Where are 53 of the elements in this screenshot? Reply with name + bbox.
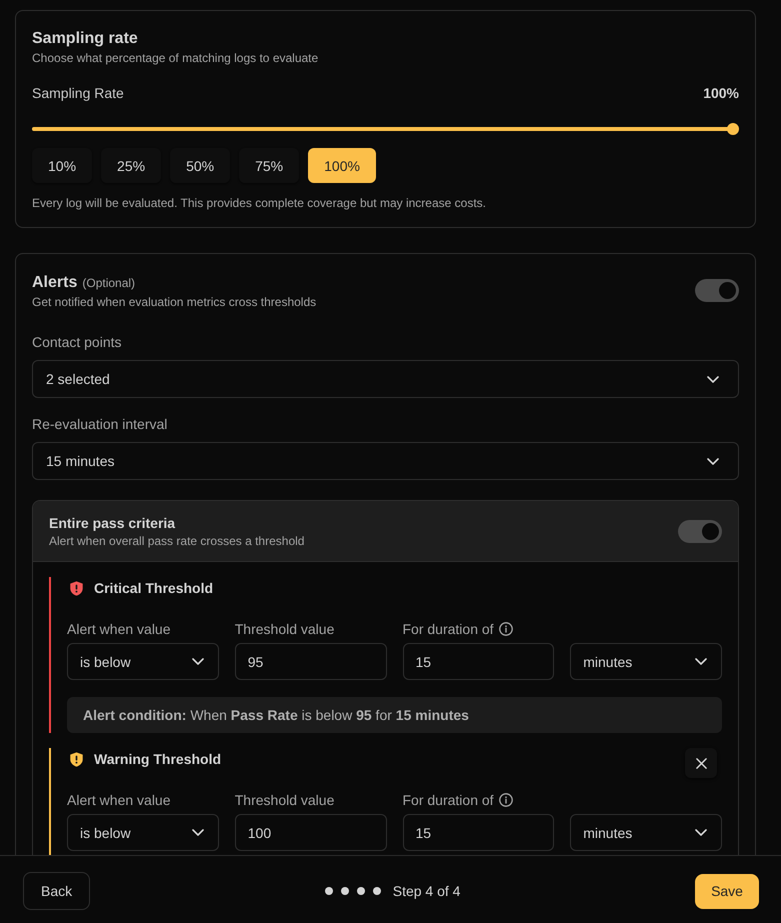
section-title: Alerts (32, 273, 78, 293)
panel-title: Entire pass criteria (49, 514, 176, 533)
section-title: Sampling rate (32, 29, 139, 49)
shield-alert-icon (70, 580, 83, 596)
panel-subtitle: Alert when overall pass rate crosses a threshold (49, 533, 304, 549)
close-button[interactable] (685, 748, 717, 778)
field-label: For duration of (402, 791, 494, 810)
threshold-title: Critical Threshold (94, 579, 214, 598)
dropdown[interactable]: minutes (570, 643, 722, 680)
step-indicator: Step 4 of 4 (392, 882, 460, 901)
preset-button[interactable]: 10% (32, 148, 92, 183)
chevron-down-icon (192, 829, 204, 836)
field-label: Threshold value (234, 791, 334, 810)
chevron-down-icon (192, 658, 204, 665)
input-field[interactable]: 15 (402, 643, 554, 680)
field-label: Threshold value (234, 620, 334, 639)
slider-value: 100% (703, 84, 739, 103)
input-field[interactable]: 15 (402, 814, 554, 851)
slider-track[interactable] (32, 123, 739, 135)
dropdown[interactable]: minutes (570, 814, 722, 851)
preset-button[interactable]: 25% (101, 148, 162, 183)
save-button[interactable]: Save (695, 874, 759, 908)
threshold-title: Warning Threshold (94, 750, 222, 769)
optional-tag: (Optional) (82, 275, 136, 291)
field-label: Re-evaluation interval (32, 415, 168, 434)
toggle-switch[interactable] (695, 278, 739, 302)
slider-thumb[interactable] (727, 123, 739, 135)
chevron-down-icon (695, 658, 707, 665)
field-label: Contact points (32, 333, 122, 352)
close-icon (696, 758, 706, 768)
field-label: Alert when value (67, 620, 171, 639)
dropdown[interactable]: is below (67, 643, 219, 680)
section-subtitle: Get notified when evaluation metrics cross thresholds (32, 295, 316, 309)
dropdown[interactable]: is below (67, 814, 219, 851)
toggle-switch[interactable] (678, 520, 722, 542)
field-label: For duration of (402, 620, 494, 639)
slider-label: Sampling Rate (32, 84, 124, 103)
dropdown[interactable]: 15 minutes (32, 442, 739, 480)
input-field[interactable]: 100 (234, 814, 386, 851)
input-field[interactable]: 95 (234, 643, 386, 680)
preset-button[interactable]: 100% (308, 148, 376, 183)
preset-button[interactable]: 75% (239, 148, 300, 183)
section-subtitle: Choose what percentage of matching logs to evaluate (32, 51, 320, 65)
chevron-down-icon (707, 376, 719, 382)
shield-alert-icon (70, 752, 83, 766)
alert-condition-text: Alert condition: When Pass Rate is below 95 for 15 minutes (67, 697, 722, 733)
preset-button[interactable]: 50% (170, 148, 230, 183)
back-button[interactable]: Back (23, 872, 90, 910)
helper-text: Every log will be evaluated. This provides complete coverage but may increase costs. (32, 195, 488, 211)
field-label: Alert when value (67, 791, 171, 810)
dropdown[interactable]: 2 selected (32, 360, 739, 398)
chevron-down-icon (695, 829, 707, 836)
chevron-down-icon (707, 458, 719, 464)
